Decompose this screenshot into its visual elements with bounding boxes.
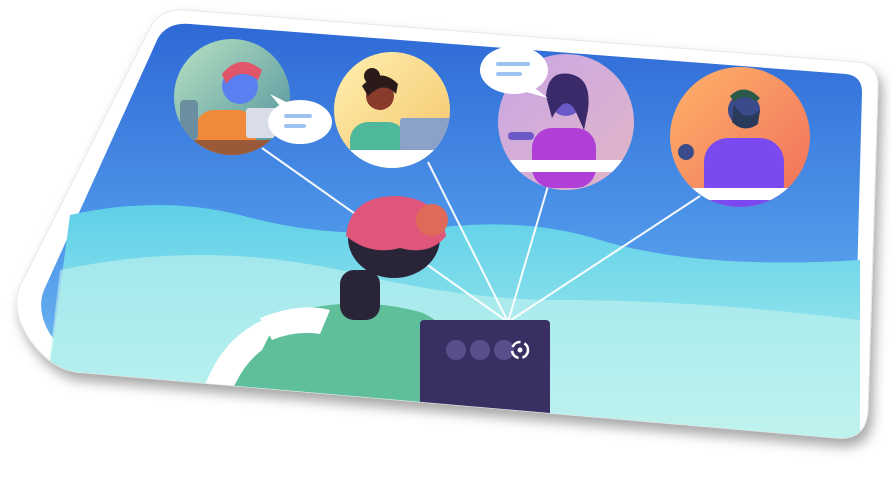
laptop [420,320,550,430]
illustration-card [0,0,891,486]
video-call-illustration [16,9,879,439]
